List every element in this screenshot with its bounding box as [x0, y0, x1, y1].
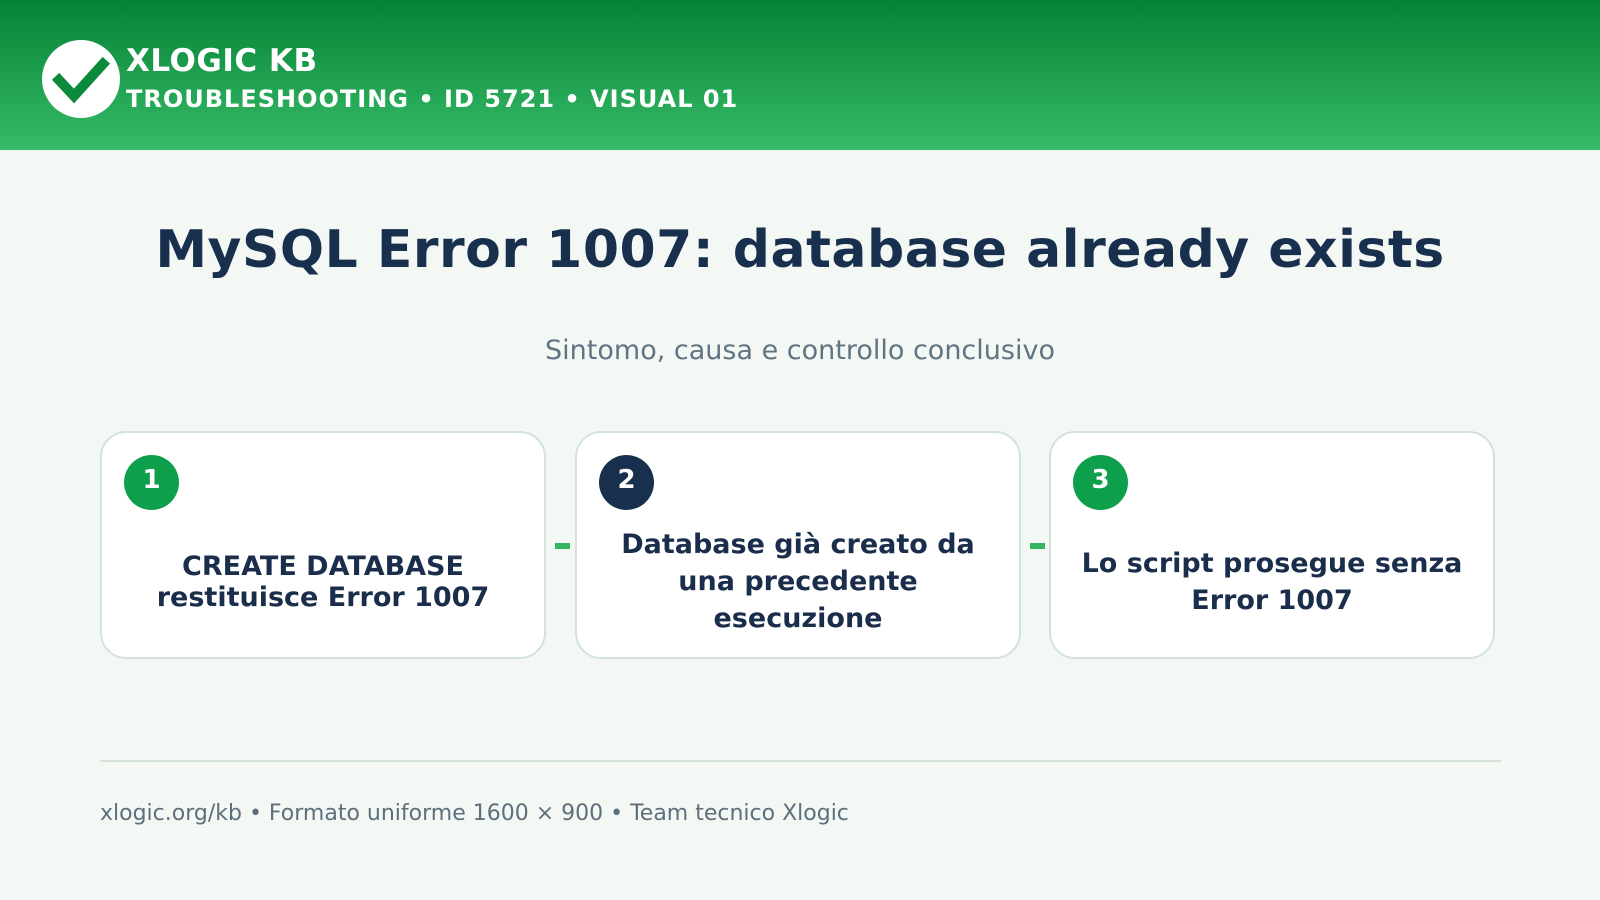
step-card-3: 3 Lo script prosegue senza Error 1007 [1049, 431, 1495, 659]
header-banner: XLOGIC KB TROUBLESHOOTING • ID 5721 • VI… [0, 0, 1600, 150]
step-connector [1030, 543, 1045, 549]
brand-subline: TROUBLESHOOTING • ID 5721 • VISUAL 01 [126, 85, 739, 113]
brand-title: XLOGIC KB [126, 43, 318, 79]
step-number-badge: 1 [124, 455, 179, 510]
step-text: CREATE DATABASE restituisce Error 1007 [156, 551, 490, 613]
footer-divider [100, 760, 1501, 762]
page-subtitle: Sintomo, causa e controllo conclusivo [545, 335, 1055, 366]
step-text: Database già creato da una precedente es… [621, 529, 975, 634]
logo-badge [42, 40, 120, 118]
step-number-badge: 3 [1073, 455, 1128, 510]
checkmark-icon [51, 56, 111, 104]
step-connector [555, 543, 570, 549]
step-card-2: 2 Database già creato da una precedente … [575, 431, 1021, 659]
step-number-badge: 2 [599, 455, 654, 510]
step-text: Lo script prosegue senza Error 1007 [1081, 548, 1463, 616]
footer-text: xlogic.org/kb • Formato uniforme 1600 × … [100, 801, 849, 826]
step-card-1: 1 CREATE DATABASE restituisce Error 1007 [100, 431, 546, 659]
page-title: MySQL Error 1007: database already exist… [155, 220, 1445, 280]
